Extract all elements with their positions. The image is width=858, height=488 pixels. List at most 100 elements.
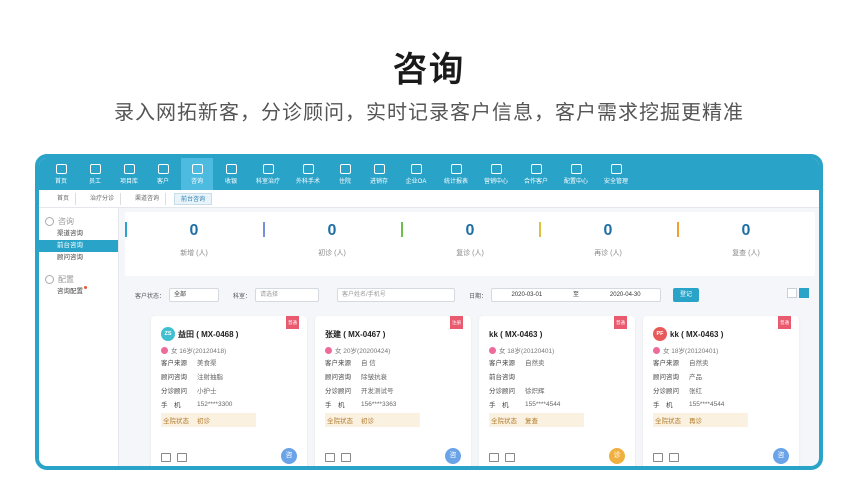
nav-item-4[interactable]: 咨询 [181, 158, 213, 190]
customer-name[interactable]: kk ( MX-0463 ) [489, 330, 542, 339]
customer-card[interactable]: 普通 PF kk ( MX-0463 ) 女 18岁(20120401) 客户来源 自然卖… [643, 316, 799, 466]
stat-value: 0 [327, 222, 337, 239]
info-row: 顾问咨询 产品 [653, 369, 799, 383]
user-icon[interactable] [505, 453, 515, 462]
breadcrumb-item[interactable]: 首页 [51, 192, 77, 205]
nav-item-label: 安全管理 [603, 178, 628, 185]
nav-item-13[interactable]: 合作客户 [517, 158, 555, 190]
nav-item-3[interactable]: 客户 [147, 158, 179, 190]
sidebar-item-label: 渠道咨询 [57, 230, 83, 237]
info-value: 156****3363 [361, 400, 397, 408]
breadcrumb-item[interactable]: 治疗分诊 [84, 192, 122, 205]
nav-item-12[interactable]: 营销中心 [477, 158, 515, 190]
info-row: 分诊顾问 小护士 [161, 383, 307, 397]
status-value: 初诊 [197, 418, 210, 425]
action-button[interactable]: 咨 [281, 448, 297, 464]
status-label: 全院状态 [163, 418, 189, 425]
sidebar-item[interactable]: 咨询配置 [39, 286, 118, 298]
hero-subtitle: 录入网拓新客，分诊顾问，实时记录客户信息，客户需求挖掘更精准 [114, 102, 744, 124]
customer-card[interactable]: 普通 ZS 益田 ( MX-0468 ) 女 16岁(20120418) 客户来源 美食渠… [151, 316, 307, 466]
stat-color-bar [401, 222, 403, 237]
breadcrumb-item[interactable]: 渠道咨询 [129, 192, 167, 205]
nav-item-label: 进销存 [369, 178, 388, 185]
stat-label: 新增 (人) [180, 250, 208, 257]
status-select[interactable]: 全部 [169, 288, 220, 302]
nav-item-8[interactable]: 住院 [329, 158, 361, 190]
project-icon [123, 163, 135, 174]
status-label: 全院状态 [491, 418, 517, 425]
customer-meta: 女 20岁(20200424) [325, 345, 471, 355]
date-range-input[interactable]: 2020-03-01 至 2020-04-30 [491, 288, 662, 302]
info-row: 顾问咨询 除皱抗衰 [325, 369, 471, 383]
grid-view-icon[interactable] [799, 288, 809, 298]
card-footer [161, 453, 193, 462]
id-card-icon[interactable] [325, 453, 335, 462]
customer-name[interactable]: 益田 ( MX-0468 ) [178, 329, 238, 340]
nav-item-0[interactable]: 首页 [45, 158, 77, 190]
sidebar-item-label: 顾问咨询 [57, 254, 83, 261]
sidebar: 咨询 渠道咨询 前台咨询 顾问咨询 配置 咨询配置 [39, 208, 119, 466]
user-icon[interactable] [669, 453, 679, 462]
action-button[interactable]: 咨 [773, 448, 789, 464]
info-row: 分诊顾问 张红 [653, 383, 799, 397]
nav-item-10[interactable]: 企业OA [397, 158, 435, 190]
customer-card[interactable]: 普通 kk ( MX-0463 ) 女 18岁(20120401) 客户来源 自然卖 前台… [479, 316, 635, 466]
nav-item-7[interactable]: 外科手术 [289, 158, 327, 190]
customer-name[interactable]: 张建 ( MX-0467 ) [325, 329, 385, 340]
nav-item-1[interactable]: 员工 [79, 158, 111, 190]
stat-box: 0 复诊 (人) [401, 212, 539, 276]
action-button[interactable]: 诊 [609, 448, 625, 464]
info-row: 前台咨询 [489, 369, 635, 383]
breadcrumb-item[interactable]: 前台咨询 [174, 192, 213, 205]
info-value: 自 信 [361, 360, 376, 367]
info-value: 美食渠 [197, 360, 217, 367]
breadcrumb: 首页 治疗分诊 渠道咨询 前台咨询 [39, 190, 819, 208]
sidebar-group-title: 咨询 [58, 216, 74, 226]
nav-item-label: 外科手术 [295, 178, 320, 185]
id-card-icon[interactable] [653, 453, 663, 462]
list-view-icon[interactable] [787, 288, 797, 298]
info-label: 手 机 [489, 402, 509, 409]
customer-meta: 女 18岁(20120401) [489, 345, 635, 355]
nav-item-label: 收银 [224, 178, 237, 185]
user-icon[interactable] [341, 453, 351, 462]
oa-icon [410, 163, 422, 174]
info-label: 客户来源 [325, 360, 351, 367]
info-row: 手 机 155****4544 [489, 397, 635, 411]
customer-meta: 女 18岁(20120401) [653, 345, 799, 355]
customer-age: 女 18岁(20120401) [663, 348, 719, 355]
user-icon[interactable] [177, 453, 187, 462]
consult-icon [191, 163, 203, 174]
treatment-icon [262, 163, 274, 174]
id-card-icon[interactable] [161, 453, 171, 462]
nav-item-label: 企业OA [405, 178, 427, 185]
id-card-icon[interactable] [489, 453, 499, 462]
date-label: 日期： [469, 293, 488, 300]
stat-label: 复查 (人) [732, 250, 760, 257]
nav-item-9[interactable]: 进销存 [363, 158, 395, 190]
customer-name[interactable]: kk ( MX-0463 ) [670, 330, 723, 339]
nav-item-label: 咨询 [190, 178, 203, 185]
nav-item-label: 统计报表 [443, 178, 468, 185]
info-label: 前台咨询 [489, 374, 515, 381]
nav-item-15[interactable]: 安全管理 [597, 158, 635, 190]
hero-title: 咨询 [393, 51, 465, 89]
info-value: 155****4544 [525, 400, 561, 408]
nav-item-11[interactable]: 统计报表 [437, 158, 475, 190]
dept-select[interactable]: 请选择 [255, 288, 320, 302]
nav-item-6[interactable]: 科室治疗 [249, 158, 287, 190]
config-icon [570, 163, 582, 174]
nav-item-14[interactable]: 配置中心 [557, 158, 595, 190]
action-button[interactable]: 咨 [445, 448, 461, 464]
sidebar-item[interactable]: 渠道咨询 [39, 228, 118, 240]
sidebar-item[interactable]: 顾问咨询 [39, 252, 118, 264]
sidebar-item[interactable]: 前台咨询 [39, 240, 118, 252]
customer-card[interactable]: 注册 张建 ( MX-0467 ) 女 20岁(20200424) 客户来源 自 信顾问… [315, 316, 471, 466]
search-input[interactable]: 客户姓名/手机号 [337, 288, 456, 302]
info-label: 分诊顾问 [489, 388, 515, 395]
register-button[interactable]: 登记 [673, 288, 700, 302]
nav-item-2[interactable]: 项目库 [113, 158, 145, 190]
info-value: 开发测试号 [361, 388, 394, 395]
nav-item-5[interactable]: 收银 [215, 158, 247, 190]
info-label: 手 机 [161, 402, 181, 409]
